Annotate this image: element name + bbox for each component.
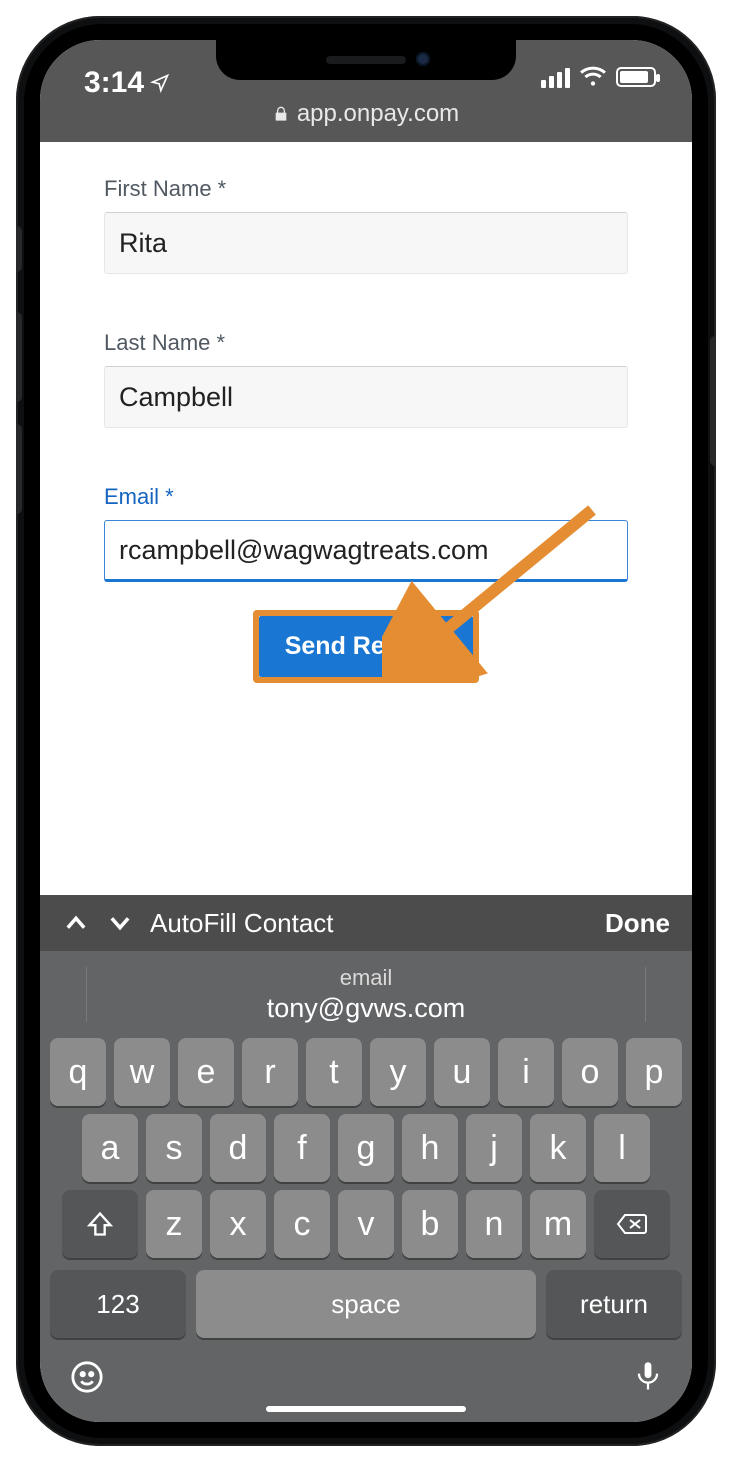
phone-frame: 3:14 app.onpay.com First Name * Last Nam… — [16, 16, 716, 1446]
lock-icon — [273, 105, 289, 123]
keyboard-done-button[interactable]: Done — [605, 908, 670, 939]
backspace-key[interactable] — [594, 1190, 670, 1258]
numeric-key[interactable]: 123 — [50, 1270, 186, 1338]
key-l[interactable]: l — [594, 1114, 650, 1182]
keyboard-row-3: zxcvbnm — [40, 1186, 692, 1262]
keyboard-row-bottom: 123 space return — [40, 1262, 692, 1350]
side-button — [710, 336, 716, 466]
submit-row: Send Referral — [104, 610, 628, 683]
key-x[interactable]: x — [210, 1190, 266, 1258]
key-b[interactable]: b — [402, 1190, 458, 1258]
volume-up-button — [16, 312, 22, 402]
status-time: 3:14 — [84, 66, 170, 100]
key-o[interactable]: o — [562, 1038, 618, 1106]
key-r[interactable]: r — [242, 1038, 298, 1106]
key-f[interactable]: f — [274, 1114, 330, 1182]
key-p[interactable]: p — [626, 1038, 682, 1106]
wifi-icon — [580, 66, 606, 88]
front-camera — [416, 52, 430, 66]
suggestion-label: email — [40, 965, 692, 991]
screen: 3:14 app.onpay.com First Name * Last Nam… — [40, 40, 692, 1422]
key-q[interactable]: q — [50, 1038, 106, 1106]
keyboard-assist-bar: AutoFill Contact Done — [40, 895, 692, 951]
speaker-grille — [326, 56, 406, 64]
key-e[interactable]: e — [178, 1038, 234, 1106]
key-c[interactable]: c — [274, 1190, 330, 1258]
notch — [216, 40, 516, 80]
key-z[interactable]: z — [146, 1190, 202, 1258]
cellular-icon — [541, 66, 570, 88]
keyboard-suggestion[interactable]: email tony@gvws.com — [40, 951, 692, 1034]
key-g[interactable]: g — [338, 1114, 394, 1182]
first-name-input[interactable] — [104, 212, 628, 274]
emoji-button[interactable] — [70, 1360, 104, 1394]
first-name-label: First Name * — [104, 176, 628, 202]
browser-url-bar[interactable]: app.onpay.com — [40, 100, 692, 128]
time-text: 3:14 — [84, 66, 144, 100]
last-name-label: Last Name * — [104, 330, 628, 356]
key-i[interactable]: i — [498, 1038, 554, 1106]
prev-field-button[interactable] — [62, 909, 90, 937]
home-indicator[interactable] — [266, 1406, 466, 1412]
key-m[interactable]: m — [530, 1190, 586, 1258]
key-w[interactable]: w — [114, 1038, 170, 1106]
location-icon — [150, 73, 170, 93]
key-n[interactable]: n — [466, 1190, 522, 1258]
key-s[interactable]: s — [146, 1114, 202, 1182]
keyboard-region: AutoFill Contact Done email tony@gvws.co… — [40, 895, 692, 1422]
dictation-button[interactable] — [634, 1360, 662, 1394]
keyboard: email tony@gvws.com qwertyuiop asdfghjkl… — [40, 951, 692, 1422]
key-k[interactable]: k — [530, 1114, 586, 1182]
key-y[interactable]: y — [370, 1038, 426, 1106]
status-right — [541, 66, 656, 88]
keyboard-row-2: asdfghjkl — [40, 1110, 692, 1186]
callout-arrow — [382, 500, 602, 680]
space-key[interactable]: space — [196, 1270, 536, 1338]
suggestion-value: tony@gvws.com — [40, 993, 692, 1024]
key-j[interactable]: j — [466, 1114, 522, 1182]
key-h[interactable]: h — [402, 1114, 458, 1182]
shift-key[interactable] — [62, 1190, 138, 1258]
url-domain: app.onpay.com — [297, 100, 459, 128]
key-v[interactable]: v — [338, 1190, 394, 1258]
backspace-icon — [616, 1212, 648, 1236]
page-content: First Name * Last Name * Email * — [40, 142, 692, 723]
first-name-field: First Name * — [104, 176, 628, 274]
key-t[interactable]: t — [306, 1038, 362, 1106]
volume-down-button — [16, 424, 22, 514]
last-name-input[interactable] — [104, 366, 628, 428]
keyboard-footer — [40, 1350, 692, 1394]
battery-icon — [616, 67, 656, 87]
key-u[interactable]: u — [434, 1038, 490, 1106]
key-a[interactable]: a — [82, 1114, 138, 1182]
keyboard-row-1: qwertyuiop — [40, 1034, 692, 1110]
return-key[interactable]: return — [546, 1270, 682, 1338]
autofill-contact-button[interactable]: AutoFill Contact — [150, 908, 334, 939]
mute-switch — [16, 226, 22, 272]
key-d[interactable]: d — [210, 1114, 266, 1182]
next-field-button[interactable] — [106, 909, 134, 937]
shift-icon — [86, 1210, 114, 1238]
last-name-field: Last Name * — [104, 330, 628, 428]
